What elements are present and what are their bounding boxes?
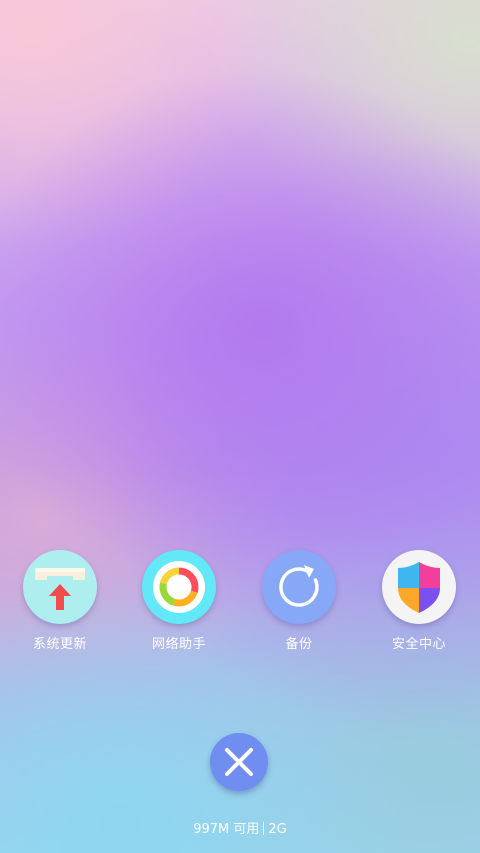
backup-icon	[262, 550, 336, 624]
system-update-icon	[23, 550, 97, 624]
network-assistant-label: 网络助手	[151, 637, 206, 652]
security-center-button[interactable]: 安全中心	[364, 548, 474, 658]
network-assistant-button[interactable]: 网络助手	[124, 548, 234, 658]
memory-status: 997M 可用 2G	[0, 818, 480, 837]
system-update-button[interactable]: 系统更新	[5, 548, 115, 658]
quick-actions-row: 系统更新 网络助手 备份 安全中心	[0, 548, 480, 658]
close-button[interactable]	[210, 733, 268, 791]
backup-label: 备份	[285, 637, 313, 652]
network-assistant-icon	[142, 550, 216, 624]
close-icon	[225, 748, 253, 776]
system-update-label: 系统更新	[32, 637, 87, 652]
memory-available: 997M 可用	[193, 822, 260, 837]
memory-total: 2G	[268, 822, 287, 837]
security-center-label: 安全中心	[391, 637, 446, 652]
wallpaper	[0, 0, 480, 853]
backup-button[interactable]: 备份	[244, 548, 354, 658]
memory-divider	[263, 822, 265, 835]
security-shield-icon	[382, 550, 456, 624]
